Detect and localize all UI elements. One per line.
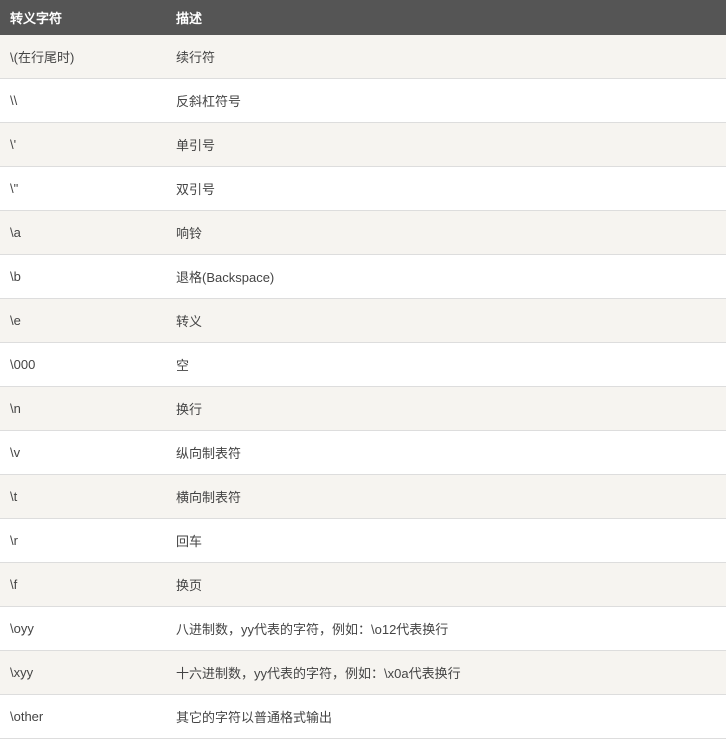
escape-char-cell: \(在行尾时)	[0, 35, 166, 79]
description-cell: 纵向制表符	[166, 431, 726, 475]
escape-char-cell: \xyy	[0, 651, 166, 695]
escape-char-cell: \t	[0, 475, 166, 519]
table-row: \t 横向制表符	[0, 475, 726, 519]
escape-char-cell: \b	[0, 255, 166, 299]
table-row: \v 纵向制表符	[0, 431, 726, 475]
description-cell: 续行符	[166, 35, 726, 79]
description-cell: 其它的字符以普通格式输出	[166, 695, 726, 739]
escape-char-cell: \v	[0, 431, 166, 475]
escape-char-cell: \e	[0, 299, 166, 343]
table-row: \xyy 十六进制数，yy代表的字符，例如：\x0a代表换行	[0, 651, 726, 695]
escape-char-cell: \f	[0, 563, 166, 607]
escape-char-cell: \\	[0, 79, 166, 123]
table-row: \r 回车	[0, 519, 726, 563]
table-row: \000 空	[0, 343, 726, 387]
escape-char-cell: \'	[0, 123, 166, 167]
table-row: \f 换页	[0, 563, 726, 607]
description-cell: 响铃	[166, 211, 726, 255]
table-header-row: 转义字符 描述	[0, 0, 726, 35]
table-row: \e 转义	[0, 299, 726, 343]
escape-char-cell: \"	[0, 167, 166, 211]
escape-chars-table: 转义字符 描述 \(在行尾时) 续行符 \\ 反斜杠符号 \' 单引号 \" 双…	[0, 0, 726, 739]
table-row: \(在行尾时) 续行符	[0, 35, 726, 79]
escape-char-cell: \other	[0, 695, 166, 739]
description-cell: 单引号	[166, 123, 726, 167]
table-row: \oyy 八进制数，yy代表的字符，例如：\o12代表换行	[0, 607, 726, 651]
table-row: \other 其它的字符以普通格式输出	[0, 695, 726, 739]
description-cell: 转义	[166, 299, 726, 343]
table-body: \(在行尾时) 续行符 \\ 反斜杠符号 \' 单引号 \" 双引号 \a 响铃…	[0, 35, 726, 739]
escape-char-cell: \a	[0, 211, 166, 255]
header-description: 描述	[166, 0, 726, 35]
table-row: \b 退格(Backspace)	[0, 255, 726, 299]
escape-char-cell: \r	[0, 519, 166, 563]
table-row: \a 响铃	[0, 211, 726, 255]
description-cell: 退格(Backspace)	[166, 255, 726, 299]
description-cell: 十六进制数，yy代表的字符，例如：\x0a代表换行	[166, 651, 726, 695]
escape-char-cell: \oyy	[0, 607, 166, 651]
description-cell: 双引号	[166, 167, 726, 211]
description-cell: 换页	[166, 563, 726, 607]
table-row: \" 双引号	[0, 167, 726, 211]
escape-char-cell: \n	[0, 387, 166, 431]
description-cell: 八进制数，yy代表的字符，例如：\o12代表换行	[166, 607, 726, 651]
description-cell: 换行	[166, 387, 726, 431]
header-escape-char: 转义字符	[0, 0, 166, 35]
description-cell: 空	[166, 343, 726, 387]
description-cell: 回车	[166, 519, 726, 563]
table-row: \\ 反斜杠符号	[0, 79, 726, 123]
table-row: \n 换行	[0, 387, 726, 431]
description-cell: 反斜杠符号	[166, 79, 726, 123]
table-row: \' 单引号	[0, 123, 726, 167]
description-cell: 横向制表符	[166, 475, 726, 519]
escape-char-cell: \000	[0, 343, 166, 387]
